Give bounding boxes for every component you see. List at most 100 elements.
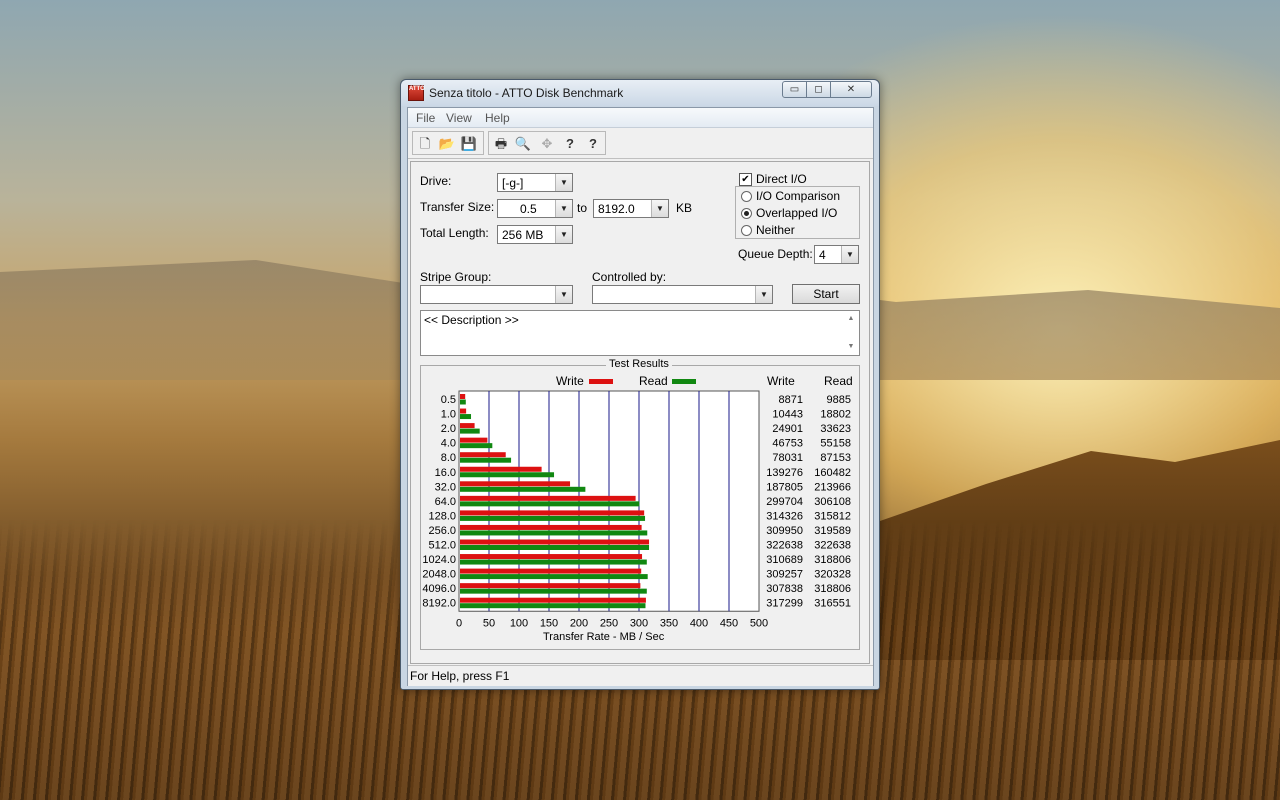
status-text: For Help, press F1	[410, 669, 510, 683]
y-tick-label: 32.0	[435, 481, 456, 493]
chevron-down-icon[interactable]: ▼	[555, 226, 572, 243]
save-icon[interactable]: 💾	[459, 134, 479, 153]
x-tick-label: 450	[720, 617, 738, 629]
overlapped-io-label: Overlapped I/O	[756, 206, 838, 220]
neither-radio[interactable]	[741, 225, 752, 236]
transfer-size-label: Transfer Size:	[420, 200, 495, 214]
write-value: 314326	[766, 510, 803, 522]
write-bar	[460, 554, 643, 560]
write-value: 299704	[766, 496, 803, 508]
neither-label: Neither	[756, 223, 795, 237]
y-tick-label: 256.0	[428, 525, 456, 537]
x-tick-label: 0	[456, 617, 462, 629]
write-bar	[460, 394, 466, 399]
menu-file[interactable]: File	[416, 111, 435, 125]
drive-select[interactable]: [-g-] ▼	[497, 173, 573, 192]
read-bar	[460, 530, 648, 536]
start-button[interactable]: Start	[792, 284, 860, 304]
new-file-icon[interactable]: 🗋	[415, 134, 435, 153]
description-field[interactable]: << Description >> ▲ ▼	[420, 310, 860, 356]
read-value: 315812	[814, 510, 851, 522]
read-value: 322638	[814, 540, 851, 552]
read-bar	[460, 545, 650, 550]
atto-app-icon[interactable]: ATTO	[408, 85, 425, 101]
io-comparison-radio[interactable]	[741, 191, 752, 202]
help-icon[interactable]: ?	[560, 134, 580, 153]
chevron-down-icon[interactable]: ▼	[651, 200, 668, 217]
close-button[interactable]: ✕	[830, 81, 872, 98]
x-tick-label: 500	[750, 617, 768, 629]
controlled-by-select[interactable]: ▼	[592, 285, 773, 304]
direct-io-checkbox[interactable]: ✔	[739, 173, 752, 186]
write-bar	[460, 510, 645, 516]
x-axis-label: Transfer Rate - MB / Sec	[543, 631, 665, 643]
print-icon[interactable]: 🖶	[491, 134, 511, 153]
write-value: 317299	[766, 598, 803, 610]
transfer-from-select[interactable]: 0.5 ▼	[497, 199, 573, 218]
maximize-button[interactable]: ◻	[806, 81, 831, 98]
test-results-group: Test Results Write Read Write Read 0 50 10…	[420, 358, 860, 650]
read-bar	[460, 472, 555, 478]
overlapped-io-radio[interactable]	[741, 208, 752, 219]
y-tick-label: 1.0	[441, 409, 456, 421]
x-tick-label: 100	[510, 617, 528, 629]
scroll-up-icon[interactable]: ▲	[844, 312, 858, 326]
settings-panel: Drive: [-g-] ▼ Transfer Size: 0.5 ▼ to 8…	[410, 161, 870, 664]
total-length-select[interactable]: 256 MB ▼	[497, 225, 573, 244]
chevron-down-icon[interactable]: ▼	[555, 174, 572, 191]
read-value: 306108	[814, 496, 851, 508]
minimize-button[interactable]: ▭	[782, 81, 807, 98]
stripe-group-select[interactable]: ▼	[420, 285, 573, 304]
menu-bar: File View Help	[408, 108, 873, 128]
read-value: 320328	[814, 569, 851, 581]
y-tick-label: 2.0	[441, 423, 456, 435]
read-bar	[460, 588, 647, 594]
stripe-group-label: Stripe Group:	[420, 270, 492, 284]
read-bar	[460, 399, 466, 405]
chevron-down-icon[interactable]: ▼	[841, 246, 858, 263]
read-bar	[460, 414, 472, 420]
total-length-label: Total Length:	[420, 226, 489, 240]
read-bar	[460, 443, 493, 449]
write-value: 309257	[766, 569, 803, 581]
title-bar[interactable]: ATTO Senza titolo - ATTO Disk Benchmark …	[401, 80, 879, 106]
open-folder-icon[interactable]: 📂	[437, 134, 457, 153]
read-bar	[460, 559, 647, 565]
context-help-icon[interactable]: ?	[583, 134, 603, 153]
y-tick-label: 2048.0	[422, 569, 456, 581]
controlled-by-label: Controlled by:	[592, 270, 667, 284]
write-bar	[460, 452, 506, 458]
chevron-down-icon[interactable]: ▼	[755, 286, 772, 303]
menu-help[interactable]: Help	[485, 111, 510, 125]
write-value: 307838	[766, 583, 803, 595]
read-bar	[460, 574, 648, 580]
write-bar	[460, 423, 475, 429]
write-bar	[460, 524, 642, 530]
print-preview-icon[interactable]: 🔍	[513, 134, 533, 153]
write-bar	[460, 466, 542, 472]
direct-io-label: Direct I/O	[756, 172, 807, 186]
read-bar	[460, 501, 640, 507]
x-tick-label: 50	[483, 617, 495, 629]
transfer-to-select[interactable]: 8192.0 ▼	[593, 199, 669, 218]
write-value: 309950	[766, 525, 803, 537]
transfer-rate-chart: 0 50 100 150 200 250 300 350 400 450 500 0.5 8871 988…	[422, 390, 851, 629]
y-tick-label: 8.0	[441, 452, 456, 464]
write-bar	[460, 583, 641, 589]
menu-view[interactable]: View	[446, 111, 472, 125]
write-value: 8871	[779, 394, 803, 406]
write-value: 322638	[766, 540, 803, 552]
scroll-down-icon[interactable]: ▼	[844, 340, 858, 354]
chevron-down-icon[interactable]: ▼	[555, 286, 572, 303]
move-icon[interactable]: ✥	[537, 134, 557, 153]
y-tick-label: 64.0	[435, 496, 456, 508]
read-bar	[460, 428, 480, 434]
read-value: 18802	[820, 409, 851, 421]
description-text: << Description >>	[424, 313, 519, 327]
read-bar	[460, 603, 646, 609]
write-bar	[460, 408, 467, 414]
window-title: Senza titolo - ATTO Disk Benchmark	[429, 86, 624, 100]
to-label: to	[577, 201, 588, 215]
queue-depth-select[interactable]: 4 ▼	[814, 245, 859, 264]
chevron-down-icon[interactable]: ▼	[555, 200, 572, 217]
